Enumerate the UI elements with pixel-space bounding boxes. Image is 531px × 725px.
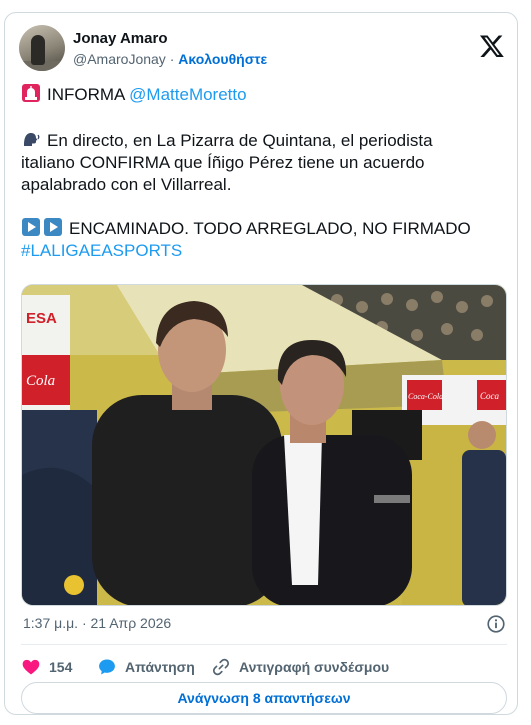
tweet-line-informa: INFORMA @MatteMoretto [21, 83, 501, 106]
like-count: 154 [49, 659, 73, 675]
paragraph-2-line-2: italiano CONFIRMA que Íñigo Pérez tiene … [21, 153, 425, 172]
author-handle-row: @AmaroJonay · Ακολουθήστε [73, 51, 267, 67]
info-icon[interactable] [485, 613, 507, 635]
paragraph-2-line-1: En directo, en La Pizarra de Quintana, e… [47, 131, 433, 150]
link-icon [212, 658, 230, 676]
heart-icon [22, 659, 40, 675]
read-replies-button[interactable]: Ανάγνωση 8 απαντήσεων [21, 682, 507, 714]
mention-link[interactable]: @MatteMoretto [129, 85, 246, 104]
divider [21, 644, 507, 645]
tweet-timestamp[interactable]: 1:37 μ.μ. · 21 Απρ 2026 [23, 615, 171, 631]
copy-link-button[interactable]: Αντιγραφή συνδέσμου [211, 656, 389, 678]
photo-sign-right-2: Coca [480, 391, 499, 401]
reply-bubble-icon [99, 659, 115, 675]
speaking-head-icon [24, 133, 40, 146]
tweet-date: 21 Απρ 2026 [90, 615, 172, 631]
siren-icon [22, 84, 40, 102]
tweet-time: 1:37 μ.μ. [23, 615, 79, 631]
photo-sign-left-2: Cola [26, 373, 55, 389]
hashtag-link[interactable]: #LALIGAEASPORTS [21, 241, 182, 260]
photo-sign-left: ESA [26, 310, 57, 327]
author-name[interactable]: Jonay Amaro [73, 30, 167, 47]
photo-illustration: ESA Cola Coca-Cola Coca [22, 285, 506, 605]
tweet-paragraph-3: ENCAMINADO. TODO ARREGLADO, NO FIRMADO #… [21, 217, 501, 262]
reply-label: Απάντηση [125, 659, 195, 675]
informa-text: INFORMA [47, 85, 130, 104]
tweet-photo[interactable]: ESA Cola Coca-Cola Coca [21, 284, 507, 606]
author-handle[interactable]: @AmaroJonay [73, 51, 166, 67]
photo-sign-right-1: Coca-Cola [408, 392, 443, 401]
like-button[interactable]: 154 [21, 656, 72, 678]
handle-separator: · [169, 51, 175, 67]
author-avatar[interactable] [19, 25, 65, 71]
x-logo-icon[interactable] [479, 33, 505, 59]
tweet-paragraph-2: En directo, en La Pizarra de Quintana, e… [21, 129, 501, 196]
paragraph-3-text: ENCAMINADO. TODO ARREGLADO, NO FIRMADO [69, 219, 471, 238]
reply-button[interactable]: Απάντηση [97, 656, 195, 678]
timestamp-separator: · [81, 615, 87, 631]
tweet-card: Jonay Amaro @AmaroJonay · Ακολουθήστε IN… [4, 12, 518, 715]
play-button-icon [44, 218, 62, 236]
paragraph-2-line-3: apalabrado con el Villarreal. [21, 175, 232, 194]
copy-link-label: Αντιγραφή συνδέσμου [239, 659, 390, 675]
play-button-icon [22, 218, 40, 236]
follow-button[interactable]: Ακολουθήστε [178, 51, 267, 67]
